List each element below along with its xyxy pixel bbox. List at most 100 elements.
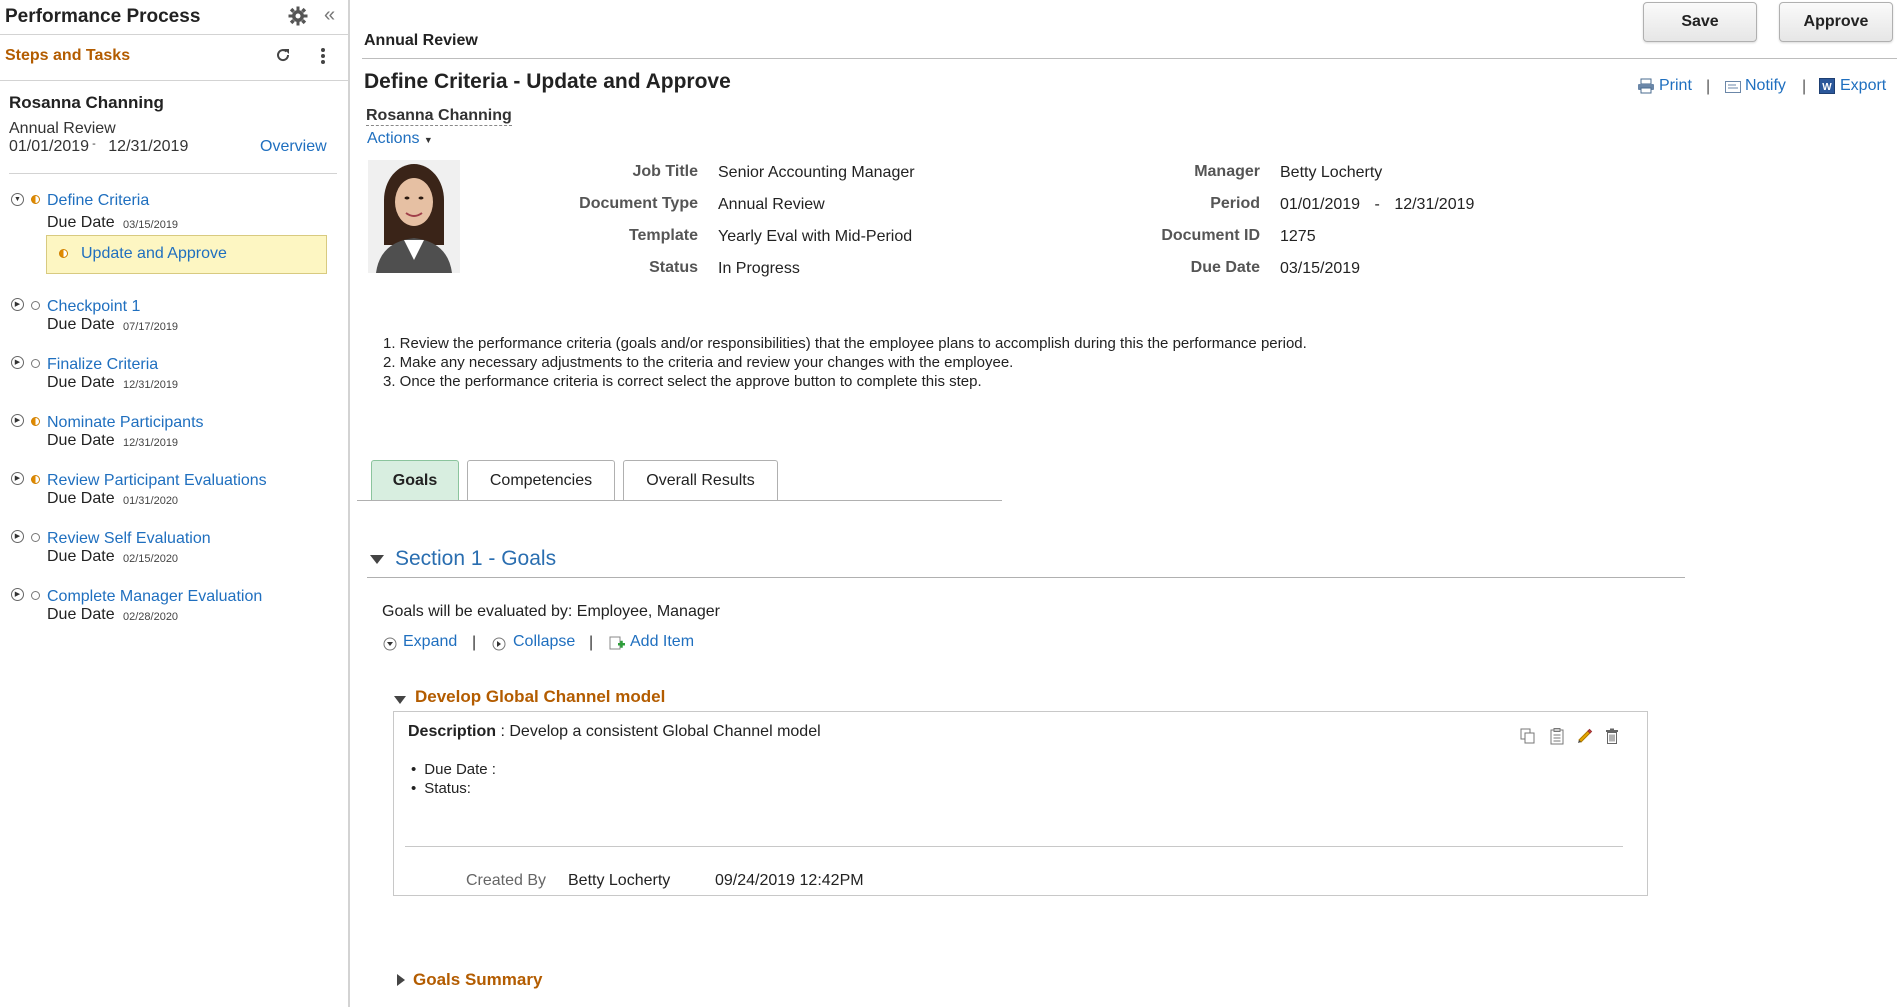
actions-menu[interactable]: Actions ▼: [367, 130, 433, 148]
goal-title[interactable]: Develop Global Channel model: [415, 687, 665, 707]
step-link-review-participant-evaluations[interactable]: Review Participant Evaluations: [47, 472, 267, 490]
step-link-complete-manager-evaluation[interactable]: Complete Manager Evaluation: [47, 588, 262, 606]
add-item-icon[interactable]: [609, 636, 625, 652]
more-options-icon[interactable]: [320, 47, 326, 65]
collapse-step-icon[interactable]: ▼: [11, 193, 24, 206]
caret-down-icon: ▼: [423, 135, 433, 145]
collapse-icon[interactable]: [492, 637, 506, 651]
goals-summary-title[interactable]: Goals Summary: [413, 970, 542, 990]
goal-description: Description : Develop a consistent Globa…: [408, 723, 821, 740]
step-link-review-self-evaluation[interactable]: Review Self Evaluation: [47, 530, 211, 548]
due-date-label: Due Date: [47, 374, 115, 391]
description-value: Develop a consistent Global Channel mode…: [509, 723, 821, 740]
collapse-link[interactable]: Collapse: [513, 633, 575, 651]
refresh-icon[interactable]: [275, 47, 291, 63]
expand-step-icon[interactable]: ▶: [11, 588, 24, 601]
document-id-label: Document ID: [1161, 227, 1260, 244]
tab-competencies[interactable]: Competencies: [467, 460, 615, 501]
step-link-checkpoint-1[interactable]: Checkpoint 1: [47, 298, 140, 316]
manager-label: Manager: [1194, 163, 1260, 180]
collapse-panel-icon[interactable]: «: [324, 4, 335, 27]
due-date-label: Due Date: [47, 316, 115, 333]
expand-step-icon[interactable]: ▶: [11, 472, 24, 485]
instruction-line: 3. Once the performance criteria is corr…: [383, 373, 982, 390]
divider: [0, 80, 348, 81]
employee-name: Rosanna Channing: [9, 93, 164, 112]
status-label: Status: [649, 259, 698, 276]
sidebar-title: Performance Process: [5, 6, 201, 27]
overview-link[interactable]: Overview: [260, 138, 327, 156]
in-progress-status-icon: [59, 249, 68, 258]
save-button[interactable]: Save: [1643, 2, 1757, 42]
section-title[interactable]: Section 1 - Goals: [395, 547, 556, 571]
expand-summary-icon[interactable]: [397, 973, 406, 986]
copy-icon[interactable]: [1520, 728, 1536, 744]
document-type-value: Annual Review: [718, 196, 825, 213]
list-item: • Status:: [411, 780, 471, 797]
template-label: Template: [628, 227, 698, 244]
not-started-status-icon: [31, 591, 40, 600]
collapse-goal-icon[interactable]: [394, 692, 406, 704]
collapse-section-icon[interactable]: [370, 552, 384, 564]
instructions: 1. Review the performance criteria (goal…: [383, 334, 1307, 391]
due-date-value: 03/15/2019: [1280, 260, 1361, 277]
expand-step-icon[interactable]: ▶: [11, 530, 24, 543]
step-link-define-criteria[interactable]: Define Criteria: [47, 192, 149, 210]
due-date-label: Due Date: [47, 490, 115, 507]
separator: |: [1706, 78, 1711, 95]
separator: |: [1802, 78, 1807, 95]
divider: [362, 58, 1897, 59]
print-link[interactable]: Print: [1659, 77, 1692, 95]
employee-related-actions-link[interactable]: Rosanna Channing: [366, 107, 512, 126]
sidebar: Performance Process « Steps and Tasks Ro…: [0, 0, 350, 1007]
expand-step-icon[interactable]: ▶: [11, 414, 24, 427]
divider: [9, 173, 337, 174]
delete-trash-icon[interactable]: [1605, 728, 1619, 744]
status-label: Status:: [424, 780, 471, 797]
add-item-link[interactable]: Add Item: [630, 633, 694, 651]
due-date-value: 02/15/2020: [123, 553, 179, 565]
gear-icon[interactable]: [288, 6, 308, 26]
document-period: 01/01/2019 - 12/31/2019: [9, 138, 189, 155]
svg-text:W: W: [1822, 82, 1832, 93]
sidebar-subtitle: Steps and Tasks: [5, 47, 131, 64]
notify-icon[interactable]: [1725, 80, 1741, 93]
expand-icon[interactable]: [383, 637, 397, 651]
in-progress-status-icon: [31, 417, 40, 426]
period-end: 12/31/2019: [1394, 196, 1475, 213]
word-export-icon[interactable]: W: [1819, 78, 1835, 94]
tab-overall-results[interactable]: Overall Results: [623, 460, 778, 501]
instruction-line: 2. Make any necessary adjustments to the…: [383, 354, 1014, 371]
approve-button[interactable]: Approve: [1779, 2, 1893, 42]
created-timestamp: 09/24/2019 12:42PM: [715, 872, 864, 889]
clipboard-icon[interactable]: [1549, 728, 1565, 745]
expand-link[interactable]: Expand: [403, 633, 457, 651]
period-start: 01/01/2019: [9, 138, 90, 155]
job-title-label: Job Title: [632, 163, 699, 180]
divider: [405, 846, 1623, 847]
print-icon[interactable]: [1637, 78, 1655, 94]
employee-photo: [368, 160, 460, 273]
edit-pencil-icon[interactable]: [1577, 728, 1593, 744]
due-date-label: Due Date: [47, 214, 115, 231]
tab-goals[interactable]: Goals: [371, 460, 459, 501]
divider: [0, 34, 348, 35]
breadcrumb: Annual Review: [364, 32, 478, 49]
created-by-value: Betty Locherty: [568, 872, 671, 889]
due-date-label: Due Date: [1190, 259, 1260, 276]
notify-link[interactable]: Notify: [1745, 77, 1786, 95]
manager-value: Betty Locherty: [1280, 164, 1383, 181]
step-link-finalize-criteria[interactable]: Finalize Criteria: [47, 356, 158, 374]
task-link-update-and-approve[interactable]: Update and Approve: [81, 245, 227, 263]
due-date-value: 12/31/2019: [123, 379, 179, 391]
expand-step-icon[interactable]: ▶: [11, 356, 24, 369]
export-link[interactable]: Export: [1840, 77, 1886, 95]
step-link-nominate-participants[interactable]: Nominate Participants: [47, 414, 204, 432]
divider: [367, 577, 1685, 578]
due-date-value: 03/15/2019: [123, 219, 179, 231]
template-value: Yearly Eval with Mid-Period: [718, 228, 913, 245]
document-type-label: Document Type: [579, 195, 698, 212]
expand-step-icon[interactable]: ▶: [11, 298, 24, 311]
document-id-value: 1275: [1280, 228, 1316, 245]
period-value: 01/01/2019 - 12/31/2019: [1280, 196, 1475, 213]
